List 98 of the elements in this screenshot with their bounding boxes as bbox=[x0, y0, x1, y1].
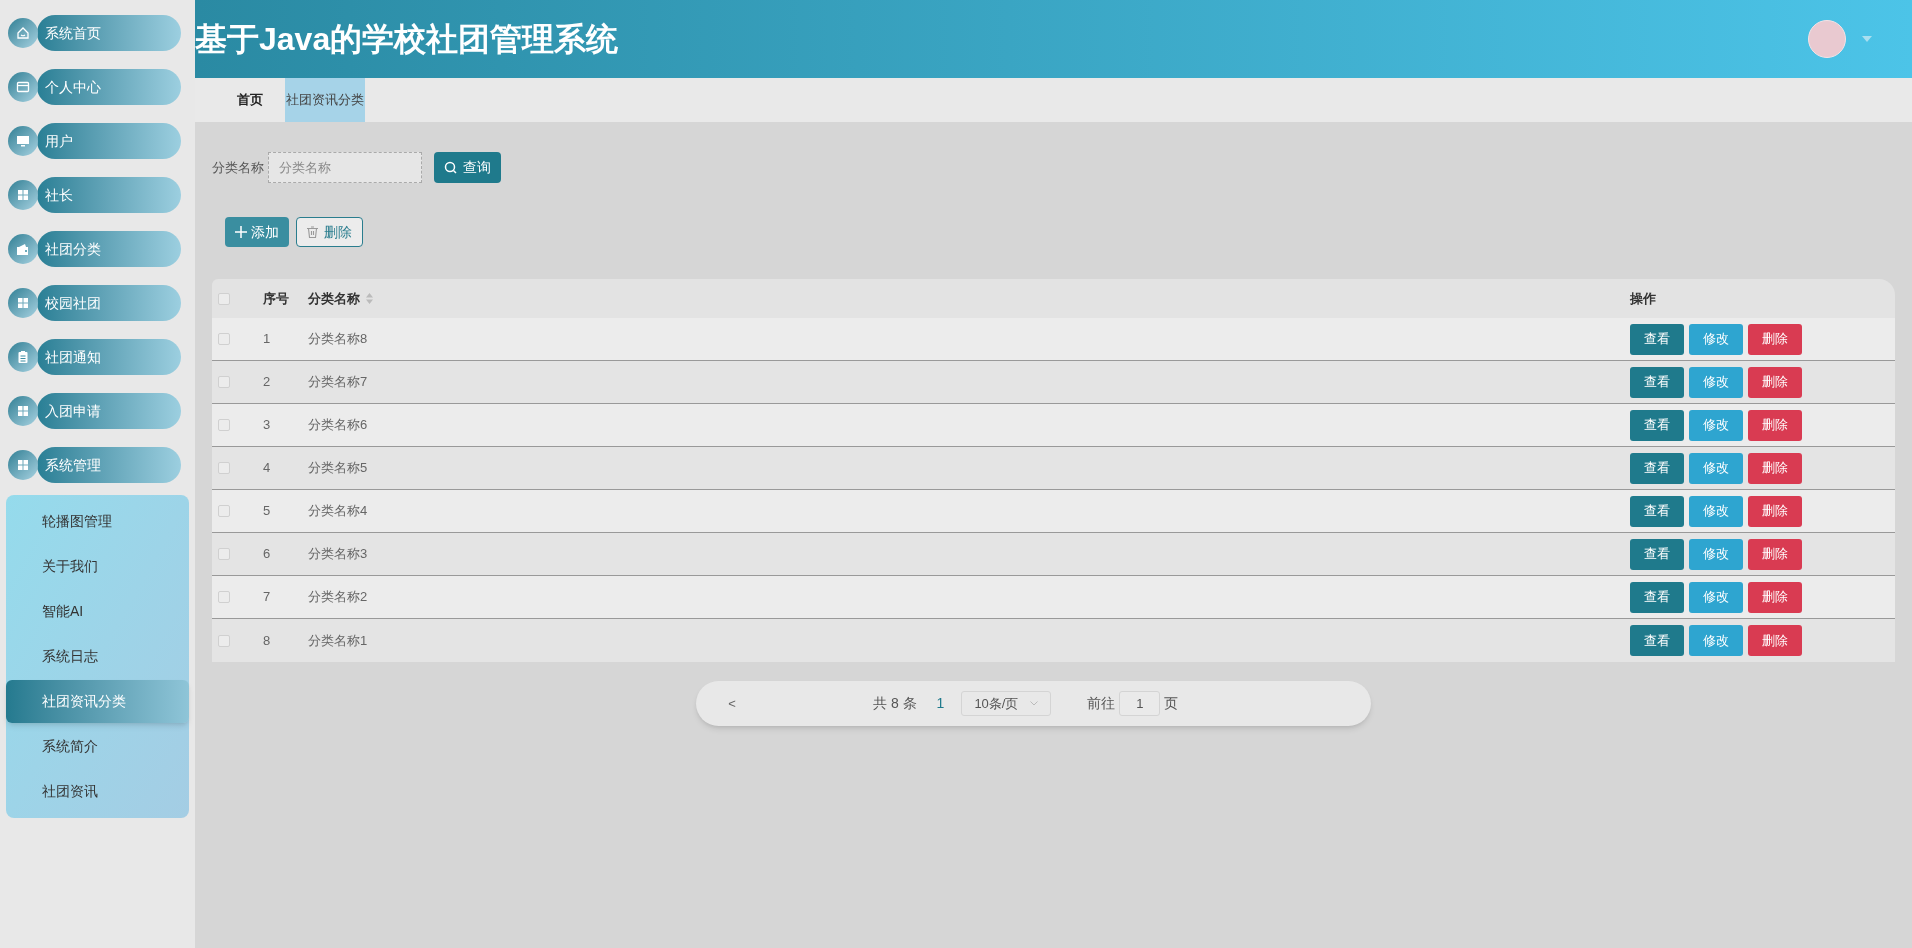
view-button[interactable]: 查看 bbox=[1630, 366, 1684, 398]
page-size-select[interactable]: 10条/页 bbox=[961, 691, 1052, 716]
search-label: 分类名称 bbox=[212, 158, 264, 177]
table-cell-text: 分类名称8 bbox=[308, 330, 368, 349]
trash-icon bbox=[307, 226, 318, 238]
checkbox[interactable] bbox=[218, 634, 230, 647]
view-button[interactable]: 查看 bbox=[1630, 323, 1684, 355]
sidebar-item[interactable]: 系统管理 bbox=[37, 447, 181, 483]
page-number[interactable]: 1 bbox=[936, 693, 945, 714]
sidebar-item[interactable]: 入团申请 bbox=[37, 393, 181, 429]
edit-button[interactable]: 修改 bbox=[1689, 625, 1743, 656]
add-button[interactable]: 添加 bbox=[225, 217, 289, 247]
plus-icon bbox=[235, 226, 247, 238]
table-cell-text: 分类名称2 bbox=[308, 588, 368, 607]
table-cell-text: 1 bbox=[263, 330, 271, 349]
sort-icon[interactable] bbox=[366, 293, 373, 304]
sidebar-item[interactable]: 社团分类 bbox=[37, 231, 181, 267]
edit-button[interactable]: 修改 bbox=[1689, 495, 1743, 527]
previous-page-button[interactable]: < bbox=[726, 693, 738, 714]
wallet-icon bbox=[15, 241, 31, 257]
submenu-item[interactable]: 社团资讯分类 bbox=[6, 680, 189, 723]
view-button[interactable]: 查看 bbox=[1630, 625, 1684, 656]
checkbox[interactable] bbox=[218, 462, 230, 474]
checkbox[interactable] bbox=[218, 548, 230, 560]
edit-button[interactable]: 修改 bbox=[1689, 581, 1743, 613]
view-button[interactable]: 查看 bbox=[1630, 538, 1684, 570]
delete-button[interactable]: 删除 bbox=[1748, 452, 1802, 484]
goto-label: 前往 bbox=[1087, 694, 1116, 713]
table-cell-text: 分类名称7 bbox=[308, 373, 368, 392]
table-cell-text: 5 bbox=[263, 502, 271, 521]
column-header: 分类名称 bbox=[308, 289, 360, 308]
search-button[interactable]: 查询 bbox=[434, 152, 501, 183]
checkbox[interactable] bbox=[218, 419, 230, 431]
delete-button[interactable]: 删除 bbox=[1748, 323, 1802, 355]
sidebar-item[interactable]: 校园社团 bbox=[37, 285, 181, 321]
total-count: 共 8 条 bbox=[873, 694, 917, 713]
table-cell-text: 分类名称3 bbox=[308, 545, 368, 564]
table-cell-text: 2 bbox=[263, 373, 271, 392]
submenu-item[interactable]: 社团资讯 bbox=[6, 769, 189, 814]
table-cell-text: 分类名称1 bbox=[308, 631, 368, 650]
checkbox[interactable] bbox=[218, 505, 230, 517]
view-button[interactable]: 查看 bbox=[1630, 452, 1684, 484]
sidebar-item[interactable]: 用户 bbox=[37, 123, 181, 159]
edit-button[interactable]: 修改 bbox=[1689, 452, 1743, 484]
view-button[interactable]: 查看 bbox=[1630, 581, 1684, 613]
table-cell-text: 4 bbox=[263, 459, 271, 478]
avatar[interactable] bbox=[1808, 20, 1846, 58]
grid-icon bbox=[15, 403, 31, 419]
page-unit: 页 bbox=[1164, 694, 1179, 713]
edit-button[interactable]: 修改 bbox=[1689, 323, 1743, 355]
table-cell-text: 6 bbox=[263, 545, 271, 564]
view-button[interactable]: 查看 bbox=[1630, 495, 1684, 527]
checkbox[interactable] bbox=[218, 376, 230, 388]
delete-button[interactable]: 删除 bbox=[1748, 538, 1802, 570]
table-cell-text: 分类名称5 bbox=[308, 459, 368, 478]
checkbox[interactable] bbox=[218, 292, 230, 305]
checkbox[interactable] bbox=[218, 591, 230, 603]
delete-button[interactable]: 删除 bbox=[1748, 366, 1802, 398]
submenu-item[interactable]: 系统日志 bbox=[6, 634, 189, 679]
table-cell-text: 3 bbox=[263, 416, 271, 435]
home-icon bbox=[15, 25, 31, 41]
delete-button[interactable]: 删除 bbox=[1748, 409, 1802, 441]
submenu-item[interactable]: 轮播图管理 bbox=[6, 499, 189, 544]
sidebar-item[interactable]: 系统首页 bbox=[37, 15, 181, 51]
tab[interactable]: 首页 bbox=[215, 78, 285, 122]
submenu-item[interactable]: 系统简介 bbox=[6, 724, 189, 769]
app-title: 基于Java的学校社团管理系统 bbox=[195, 20, 619, 59]
checkbox[interactable] bbox=[218, 333, 230, 345]
grid-icon bbox=[15, 457, 31, 473]
caret-icon[interactable] bbox=[1862, 36, 1872, 42]
delete-button[interactable]: 删除 bbox=[1748, 625, 1802, 656]
search-icon bbox=[444, 161, 457, 174]
table-cell-text: 分类名称4 bbox=[308, 502, 368, 521]
edit-button[interactable]: 修改 bbox=[1689, 409, 1743, 441]
sidebar-item[interactable]: 个人中心 bbox=[37, 69, 181, 105]
edit-button[interactable]: 修改 bbox=[1689, 538, 1743, 570]
search-field[interactable]: 分类名称 bbox=[268, 152, 422, 183]
monitor-icon bbox=[15, 133, 31, 149]
submenu-item[interactable]: 智能AI bbox=[6, 589, 189, 634]
delete-button[interactable]: 删除 bbox=[1748, 581, 1802, 613]
page-input[interactable]: 1 bbox=[1119, 691, 1161, 716]
grid-icon bbox=[15, 295, 31, 311]
delete-button[interactable]: 删除 bbox=[296, 217, 363, 247]
view-button[interactable]: 查看 bbox=[1630, 409, 1684, 441]
submenu-item[interactable]: 关于我们 bbox=[6, 544, 189, 589]
table-cell-text: 8 bbox=[263, 631, 271, 650]
card-icon bbox=[15, 79, 31, 95]
table-cell-text: 7 bbox=[263, 588, 271, 607]
edit-button[interactable]: 修改 bbox=[1689, 366, 1743, 398]
column-header: 操作 bbox=[1630, 289, 1657, 308]
tab[interactable]: 社团资讯分类 bbox=[285, 78, 365, 122]
chevron-down-icon bbox=[1030, 701, 1039, 706]
table-cell-text: 分类名称6 bbox=[308, 416, 368, 435]
sidebar-item[interactable]: 社团通知 bbox=[37, 339, 181, 375]
grid-icon bbox=[15, 187, 31, 203]
column-header: 序号 bbox=[263, 289, 290, 308]
sidebar-item[interactable]: 社长 bbox=[37, 177, 181, 213]
delete-button[interactable]: 删除 bbox=[1748, 495, 1802, 527]
